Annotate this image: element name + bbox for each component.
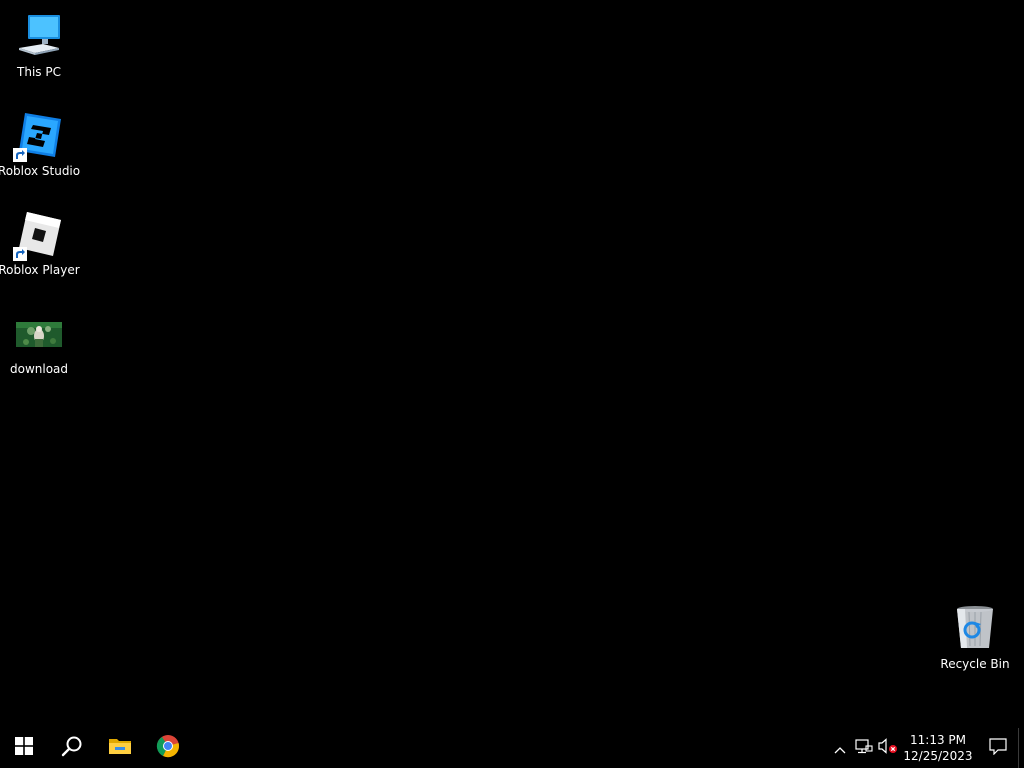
notification-icon [989,737,1007,759]
desktop-icon-download[interactable]: download [1,305,77,395]
windows-logo-icon [15,737,33,759]
desktop-icon-label: download [9,362,69,376]
desktop-icon-roblox-player[interactable]: Roblox Player [0,206,80,296]
desktop-icon-label: Recycle Bin [940,657,1010,671]
search-icon [61,735,83,761]
file-explorer-button[interactable] [96,728,144,768]
network-button[interactable] [852,728,876,768]
volume-muted-icon [878,738,898,758]
recycle-bin-icon [951,604,999,652]
show-hidden-icons-button[interactable] [828,728,852,768]
clock-time: 11:13 PM [910,733,966,747]
desktop-icon-label: This PC [17,65,61,79]
desktop[interactable]: This PC Roblox Studio Roblox Player down… [0,0,1024,728]
desktop-icon-label: Roblox Player [0,263,80,277]
roblox-studio-icon [13,111,63,162]
network-icon [855,738,873,758]
search-button[interactable] [48,728,96,768]
system-tray: 11:13 PM 12/25/2023 [828,728,1024,768]
desktop-icon-roblox-studio[interactable]: Roblox Studio [0,107,81,197]
action-center-button[interactable] [978,728,1018,768]
this-pc-icon [15,12,63,60]
clock[interactable]: 11:13 PM 12/25/2023 [902,728,974,768]
roblox-player-icon [13,210,63,261]
desktop-icon-recycle-bin[interactable]: Recycle Bin [937,600,1013,690]
show-desktop-button[interactable] [1018,728,1024,768]
chrome-icon [156,734,180,762]
clock-date: 12/25/2023 [903,749,973,763]
folder-icon [108,736,132,760]
chrome-button[interactable] [144,728,192,768]
chevron-up-icon [834,739,846,758]
shortcut-arrow-icon [13,147,27,162]
taskbar: 11:13 PM 12/25/2023 [0,728,1024,768]
desktop-icon-label: Roblox Studio [0,164,81,178]
desktop-icon-this-pc[interactable]: This PC [1,8,77,98]
shortcut-arrow-icon [13,246,27,261]
image-thumbnail-icon [15,309,63,357]
start-button[interactable] [0,728,48,768]
volume-button[interactable] [876,728,900,768]
